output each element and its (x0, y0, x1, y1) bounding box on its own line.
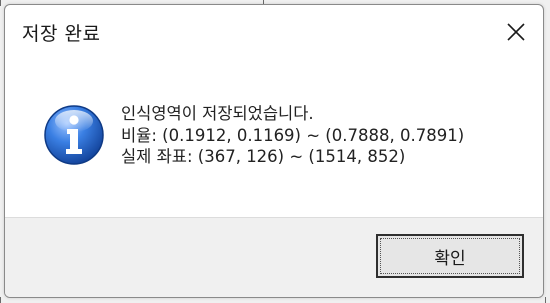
close-button[interactable] (497, 13, 535, 51)
close-icon (507, 23, 525, 41)
save-complete-dialog: 저장 완료 인식영역이 저장되었습니다. 비율: (0.1912, 0.1169… (4, 4, 544, 298)
message-text: 인식영역이 저장되었습니다. 비율: (0.1912, 0.1169) ~ (0… (121, 103, 464, 168)
dialog-content: 인식영역이 저장되었습니다. 비율: (0.1912, 0.1169) ~ (0… (5, 59, 543, 217)
message-line-coordinates: 실제 좌표: (367, 126) ~ (1514, 852) (121, 147, 406, 166)
background-mark (0, 0, 1, 6)
message-line-ratio: 비율: (0.1912, 0.1169) ~ (0.7888, 0.7891) (121, 125, 465, 145)
dialog-title: 저장 완료 (22, 23, 101, 45)
background-mark (545, 297, 546, 303)
message-line-saved: 인식영역이 저장되었습니다. (121, 104, 314, 123)
button-bar: 확인 (5, 217, 543, 297)
background-mark (0, 297, 1, 303)
title-bar[interactable]: 저장 완료 (5, 5, 543, 59)
info-icon (43, 104, 105, 166)
ok-button[interactable]: 확인 (376, 234, 524, 278)
